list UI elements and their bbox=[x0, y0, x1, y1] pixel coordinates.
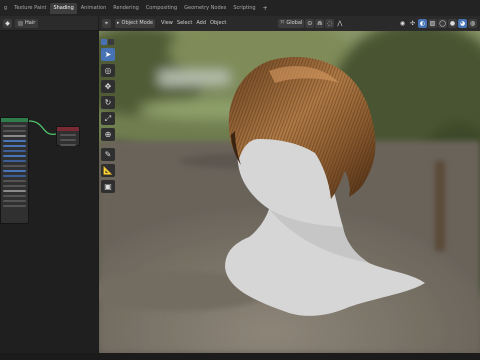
gizmo-icon[interactable]: ✣ bbox=[408, 19, 417, 28]
node-header-bar bbox=[1, 118, 28, 122]
workspace-tab[interactable]: Compositing bbox=[143, 3, 180, 14]
viewport-menu-view[interactable]: View bbox=[159, 19, 175, 28]
workspace-tab[interactable]: g bbox=[1, 3, 10, 14]
select-extend-icon[interactable] bbox=[108, 39, 114, 45]
material-selector[interactable]: Hair bbox=[15, 18, 39, 28]
add-workspace-button[interactable]: + bbox=[260, 3, 268, 14]
scale-icon[interactable]: ⤢ bbox=[101, 112, 115, 125]
cursor-select-icon[interactable]: ➤ bbox=[101, 48, 115, 61]
principled-bsdf-node[interactable] bbox=[0, 117, 29, 224]
node-link bbox=[28, 120, 57, 135]
node-header-bar bbox=[57, 127, 79, 131]
workspace-tab[interactable]: Shading bbox=[50, 2, 77, 14]
3d-viewport[interactable] bbox=[99, 31, 480, 353]
visibility-icon[interactable]: ◉ bbox=[398, 19, 407, 28]
object-mode-icon: ▸ bbox=[117, 20, 120, 26]
workspace-tab[interactable]: Rendering bbox=[110, 3, 142, 14]
viewport-scene bbox=[99, 31, 480, 353]
3d-cursor-icon[interactable]: ◎ bbox=[101, 64, 115, 77]
workspace-tab[interactable]: Texture Paint bbox=[11, 3, 49, 14]
material-output-node[interactable] bbox=[56, 126, 80, 146]
wireframe-shading-icon[interactable]: ◯ bbox=[438, 19, 447, 28]
workspace-tab-bar: g Texture Paint Shading Animation Rendering C… bbox=[0, 0, 480, 16]
orientation-label: Global bbox=[286, 20, 303, 26]
pivot-point-icon[interactable]: ⊙ bbox=[305, 19, 315, 28]
viewport-menu-select[interactable]: Select bbox=[175, 19, 194, 28]
xray-icon[interactable]: ▨ bbox=[428, 19, 437, 28]
add-cube-icon[interactable]: ▣ bbox=[101, 180, 115, 193]
editor-type-icon[interactable]: ⌖ bbox=[102, 19, 111, 28]
workspace-tab[interactable]: Geometry Nodes bbox=[181, 3, 229, 14]
measure-icon[interactable]: 📐 bbox=[101, 164, 115, 177]
status-bar bbox=[0, 353, 480, 360]
viewport-toolbar: ➤ ◎ ✥ ↻ ⤢ ⊕ ✎ 📐 ▣ bbox=[101, 39, 115, 193]
material-icon bbox=[18, 20, 23, 26]
annotate-icon[interactable]: ✎ bbox=[101, 148, 115, 161]
proportional-edit-icon[interactable]: ◌ bbox=[325, 19, 335, 28]
editor-type-icon[interactable]: ◆ bbox=[3, 18, 12, 28]
overlay-icon[interactable]: ◐ bbox=[418, 19, 427, 28]
rotate-icon[interactable]: ↻ bbox=[101, 96, 115, 109]
select-mode-toggles bbox=[101, 39, 115, 45]
transform-orientation-selector[interactable]: ⤧ Global bbox=[278, 19, 305, 28]
material-name: Hair bbox=[25, 19, 36, 26]
solid-shading-icon[interactable]: ● bbox=[448, 19, 457, 28]
viewport-header: ⌖ ▸ Object Mode View Select Add Object ⤧ Gl… bbox=[99, 16, 480, 31]
select-box-icon[interactable] bbox=[101, 39, 107, 45]
mode-label: Object Mode bbox=[121, 20, 154, 26]
viewport-menu-add[interactable]: Add bbox=[194, 19, 208, 28]
workspace-tab[interactable]: Animation bbox=[78, 3, 110, 14]
node-editor-header: ◆ Hair bbox=[0, 16, 98, 31]
viewport-menu-object[interactable]: Object bbox=[208, 19, 228, 28]
mode-selector[interactable]: ▸ Object Mode bbox=[115, 19, 156, 28]
falloff-icon[interactable]: ⋀ bbox=[335, 19, 344, 28]
viewport-menus: View Select Add Object bbox=[159, 19, 228, 28]
move-icon[interactable]: ✥ bbox=[101, 80, 115, 93]
transform-icon[interactable]: ⊕ bbox=[101, 128, 115, 141]
node-editor-canvas[interactable] bbox=[0, 31, 98, 360]
workspace-tab[interactable]: Scripting bbox=[230, 3, 258, 14]
snap-icon[interactable]: ⋒ bbox=[315, 19, 325, 28]
orientation-icon: ⤧ bbox=[280, 20, 285, 26]
rendered-shading-icon[interactable]: ◍ bbox=[468, 19, 477, 28]
material-preview-icon[interactable]: ◕ bbox=[458, 19, 467, 28]
